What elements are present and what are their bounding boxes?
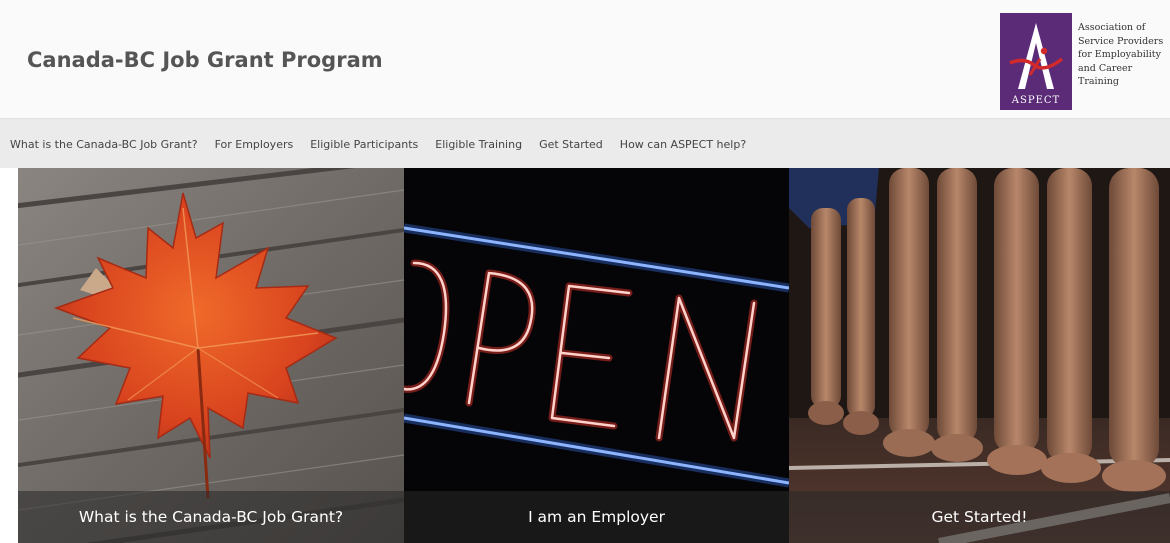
nav-items: What is the Canada-BC Job Grant? For Emp… <box>10 119 763 169</box>
site-title[interactable]: Canada-BC Job Grant Program <box>27 48 383 72</box>
feature-tiles: What is the Canada-BC Job Grant? I am an… <box>0 168 1170 543</box>
tile-caption[interactable]: I am an Employer <box>528 508 665 526</box>
runners-image <box>789 168 1170 543</box>
logo-mark-text: ASPECT <box>1011 95 1060 106</box>
open-sign-image <box>404 168 789 543</box>
logo-tagline: Association of Service Providers for Emp… <box>1078 21 1170 89</box>
logo-line: for Employability <box>1078 49 1161 60</box>
nav-item-get-started[interactable]: Get Started <box>539 138 603 151</box>
logo-line: Association of <box>1078 22 1146 33</box>
nav-item-eligible-training[interactable]: Eligible Training <box>435 138 522 151</box>
nav-item-for-employers[interactable]: For Employers <box>215 138 294 151</box>
main-nav: What is the Canada-BC Job Grant? For Emp… <box>0 118 1170 168</box>
logo-line: and Career <box>1078 62 1133 74</box>
aspect-logo[interactable]: ASPECT <box>1000 13 1072 110</box>
nav-item-aspect-help[interactable]: How can ASPECT help? <box>620 138 746 151</box>
tile-what-is-grant[interactable]: What is the Canada-BC Job Grant? <box>18 168 404 543</box>
tile-get-started[interactable]: Get Started! <box>789 168 1170 543</box>
caption-bar: Get Started! <box>789 491 1170 543</box>
tile-caption[interactable]: What is the Canada-BC Job Grant? <box>79 508 343 526</box>
nav-item-eligible-participants[interactable]: Eligible Participants <box>310 138 418 151</box>
caption-bar: What is the Canada-BC Job Grant? <box>18 491 404 543</box>
logo-line: Training <box>1078 76 1119 87</box>
caption-bar: I am an Employer <box>404 491 789 543</box>
tile-caption[interactable]: Get Started! <box>931 508 1027 526</box>
site-header: Canada-BC Job Grant Program ASPECT Assoc… <box>0 0 1170 118</box>
tile-employer[interactable]: I am an Employer <box>404 168 789 543</box>
nav-item-what-is-grant[interactable]: What is the Canada-BC Job Grant? <box>10 138 198 151</box>
logo-line: Service Providers <box>1078 35 1164 47</box>
maple-leaf-image <box>18 168 404 543</box>
